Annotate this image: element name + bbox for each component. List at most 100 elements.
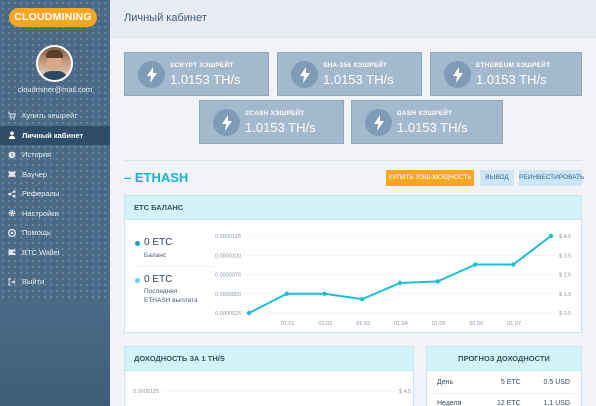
y-tick-left: 0.0000025 — [215, 311, 241, 317]
hashrate-value: 1.0153 TH/s — [245, 120, 316, 135]
clock-icon — [8, 151, 16, 159]
y-tick-right: $ 4.5 — [559, 234, 571, 240]
sidebar-item-label: История — [22, 150, 52, 160]
forecast-table: День 5 ETC 0.5 USD Неделя 12 ETC 1.1 USD — [433, 373, 574, 406]
sidebar-item-logout[interactable]: Выйти — [0, 272, 110, 292]
section-title-text: ETHASH — [134, 170, 189, 185]
help-icon — [7, 228, 17, 237]
sidebar-item-label: Рефералы — [22, 189, 60, 199]
sidebar-item-label: Выйти — [22, 277, 45, 287]
hashrate-card-sha256: SHA-256 ХЭШРЕЙТ 1.0153 TH/s — [277, 52, 422, 96]
forecast-period: Неделя — [433, 393, 480, 406]
y-tick-right: $ 3.5 — [559, 253, 571, 259]
sidebar-item-referrals[interactable]: Рефералы — [0, 184, 110, 204]
share-icon — [8, 190, 16, 198]
buy-hashpower-button[interactable]: КУПИТЬ ХЭШ-МОЩНОСТЬ — [386, 170, 474, 186]
sidebar-item-label: Ваучер — [22, 169, 48, 179]
wallet-icon — [8, 248, 16, 256]
sidebar-item-history[interactable]: История — [0, 145, 110, 165]
y-tick-left: 0.0000125 — [133, 389, 159, 395]
yield-panel-title: ДОХОДНОСТЬ ЗА 1 TH/S — [125, 347, 413, 371]
forecast-etc: 12 ETC — [479, 393, 525, 406]
sidebar-item-voucher[interactable]: Ваучер — [0, 165, 110, 185]
forecast-period: День — [433, 373, 480, 394]
logo[interactable]: CLOUDMINING — [9, 8, 97, 27]
x-tick-label: 01.01 — [281, 321, 295, 327]
lightning-icon — [138, 61, 165, 88]
sidebar-item-dashboard[interactable]: Личный кабинет — [0, 125, 110, 145]
lightning-icon — [291, 61, 318, 88]
data-point — [397, 280, 403, 286]
sidebar-item-help[interactable]: Помощь — [0, 223, 110, 243]
section-title[interactable]: – ETHASH — [124, 170, 188, 185]
data-point — [473, 262, 478, 267]
table-row: День 5 ETC 0.5 USD — [433, 373, 574, 394]
sidebar-item-label: Помощь — [22, 228, 51, 238]
forecast-etc: 5 ETC — [479, 373, 525, 394]
sidebar-item-settings[interactable]: Настройки — [0, 204, 110, 224]
hashrate-card-dash: DASH ХЭШРЕЙТ 1.0153 TH/s — [351, 100, 503, 144]
y-tick-left: 0.0000050 — [215, 292, 241, 298]
reinvest-button[interactable]: РЕИНВЕСТИРОВАТЬ — [519, 170, 584, 186]
page-title: Личный кабинет — [124, 12, 207, 24]
y-tick-left: 0.0000100 — [215, 253, 241, 259]
x-tick-label: 01.07 — [507, 321, 521, 327]
hashrate-label: SCRYPT ХЭШРЕЙТ — [170, 62, 234, 69]
hashrate-card-zcash: ZCASH ХЭШРЕЙТ 1.0153 TH/s — [199, 100, 344, 144]
gear-icon — [8, 209, 16, 217]
avatar[interactable] — [36, 45, 73, 82]
voucher-icon — [8, 170, 16, 178]
cart-icon — [8, 112, 17, 120]
sidebar: CLOUDMINING cloudminer@mail.com Купить х… — [0, 0, 110, 406]
hashrate-label: ZCASH ХЭШРЕЙТ — [245, 110, 305, 117]
y-tick-right: $ 0.5 — [559, 311, 571, 317]
data-point — [246, 310, 252, 316]
user-icon — [8, 131, 16, 140]
sidebar-item-label: Купить хешрейт — [22, 111, 78, 121]
x-tick-label: 01.05 — [432, 321, 446, 327]
forecast-usd: 1.1 USD — [524, 393, 574, 406]
data-point — [360, 296, 365, 302]
data-point — [322, 291, 327, 296]
page-header: Личный кабинет — [110, 0, 596, 38]
y-tick-left: 0.0000125 — [215, 234, 241, 240]
sidebar-nav: Купить хешрейт Личный кабинет История Ва… — [0, 106, 110, 292]
hashrate-label: SHA-256 ХЭШРЕЙТ — [323, 62, 388, 69]
logout-icon — [8, 278, 16, 286]
forecast-panel: ПРОГНОЗ ДОХОДНОСТИ День 5 ETC 0.5 USD Не… — [426, 346, 582, 406]
sidebar-item-label: Настройки — [22, 208, 59, 218]
lightning-icon — [365, 109, 392, 136]
lightning-icon — [213, 109, 240, 136]
hashrate-label: DASH ХЭШРЕЙТ — [397, 110, 453, 117]
yield-chart: 0.0000125 $ 4.5 — [133, 389, 411, 395]
hashrate-value: 1.0153 TH/s — [170, 72, 241, 87]
data-point — [284, 291, 289, 296]
user-email: cloudminer@mail.com — [17, 85, 93, 94]
x-tick-label: 01.03 — [356, 321, 370, 327]
y-tick-right: $ 2.5 — [559, 273, 571, 279]
lightning-icon — [444, 61, 471, 88]
hashrate-value: 1.0153 TH/s — [476, 72, 547, 87]
y-tick-right: $ 1.5 — [559, 292, 571, 298]
sidebar-bottom — [0, 300, 110, 406]
withdraw-button[interactable]: ВЫВОД — [480, 170, 514, 186]
sidebar-item-buy-hashrate[interactable]: Купить хешрейт — [0, 106, 110, 126]
y-tick-left: 0.0000075 — [215, 273, 241, 279]
data-point — [511, 262, 516, 267]
hashrate-value: 1.0153 TH/s — [323, 72, 394, 87]
sidebar-item-label: Личный кабинет — [22, 130, 84, 140]
section-divider — [124, 160, 582, 161]
data-point — [548, 233, 554, 239]
sidebar-item-label: BTC Wallet — [22, 247, 60, 257]
hashrate-value: 1.0153 TH/s — [397, 120, 468, 135]
sidebar-item-btc-wallet[interactable]: BTC Wallet — [0, 243, 110, 263]
avatar-hair — [46, 50, 63, 58]
y-tick-right: $ 4.5 — [399, 389, 411, 395]
hashrate-label: ETHEREUM ХЭШРЕЙТ — [476, 62, 551, 69]
x-tick-label: 01.02 — [319, 321, 333, 327]
table-row: Неделя 12 ETC 1.1 USD — [433, 393, 574, 406]
forecast-usd: 0.5 USD — [524, 373, 574, 394]
x-tick-label: 01.04 — [394, 321, 408, 327]
hashrate-card-scrypt: SCRYPT ХЭШРЕЙТ 1.0153 TH/s — [124, 52, 269, 96]
x-tick-label: 01.06 — [470, 321, 484, 327]
